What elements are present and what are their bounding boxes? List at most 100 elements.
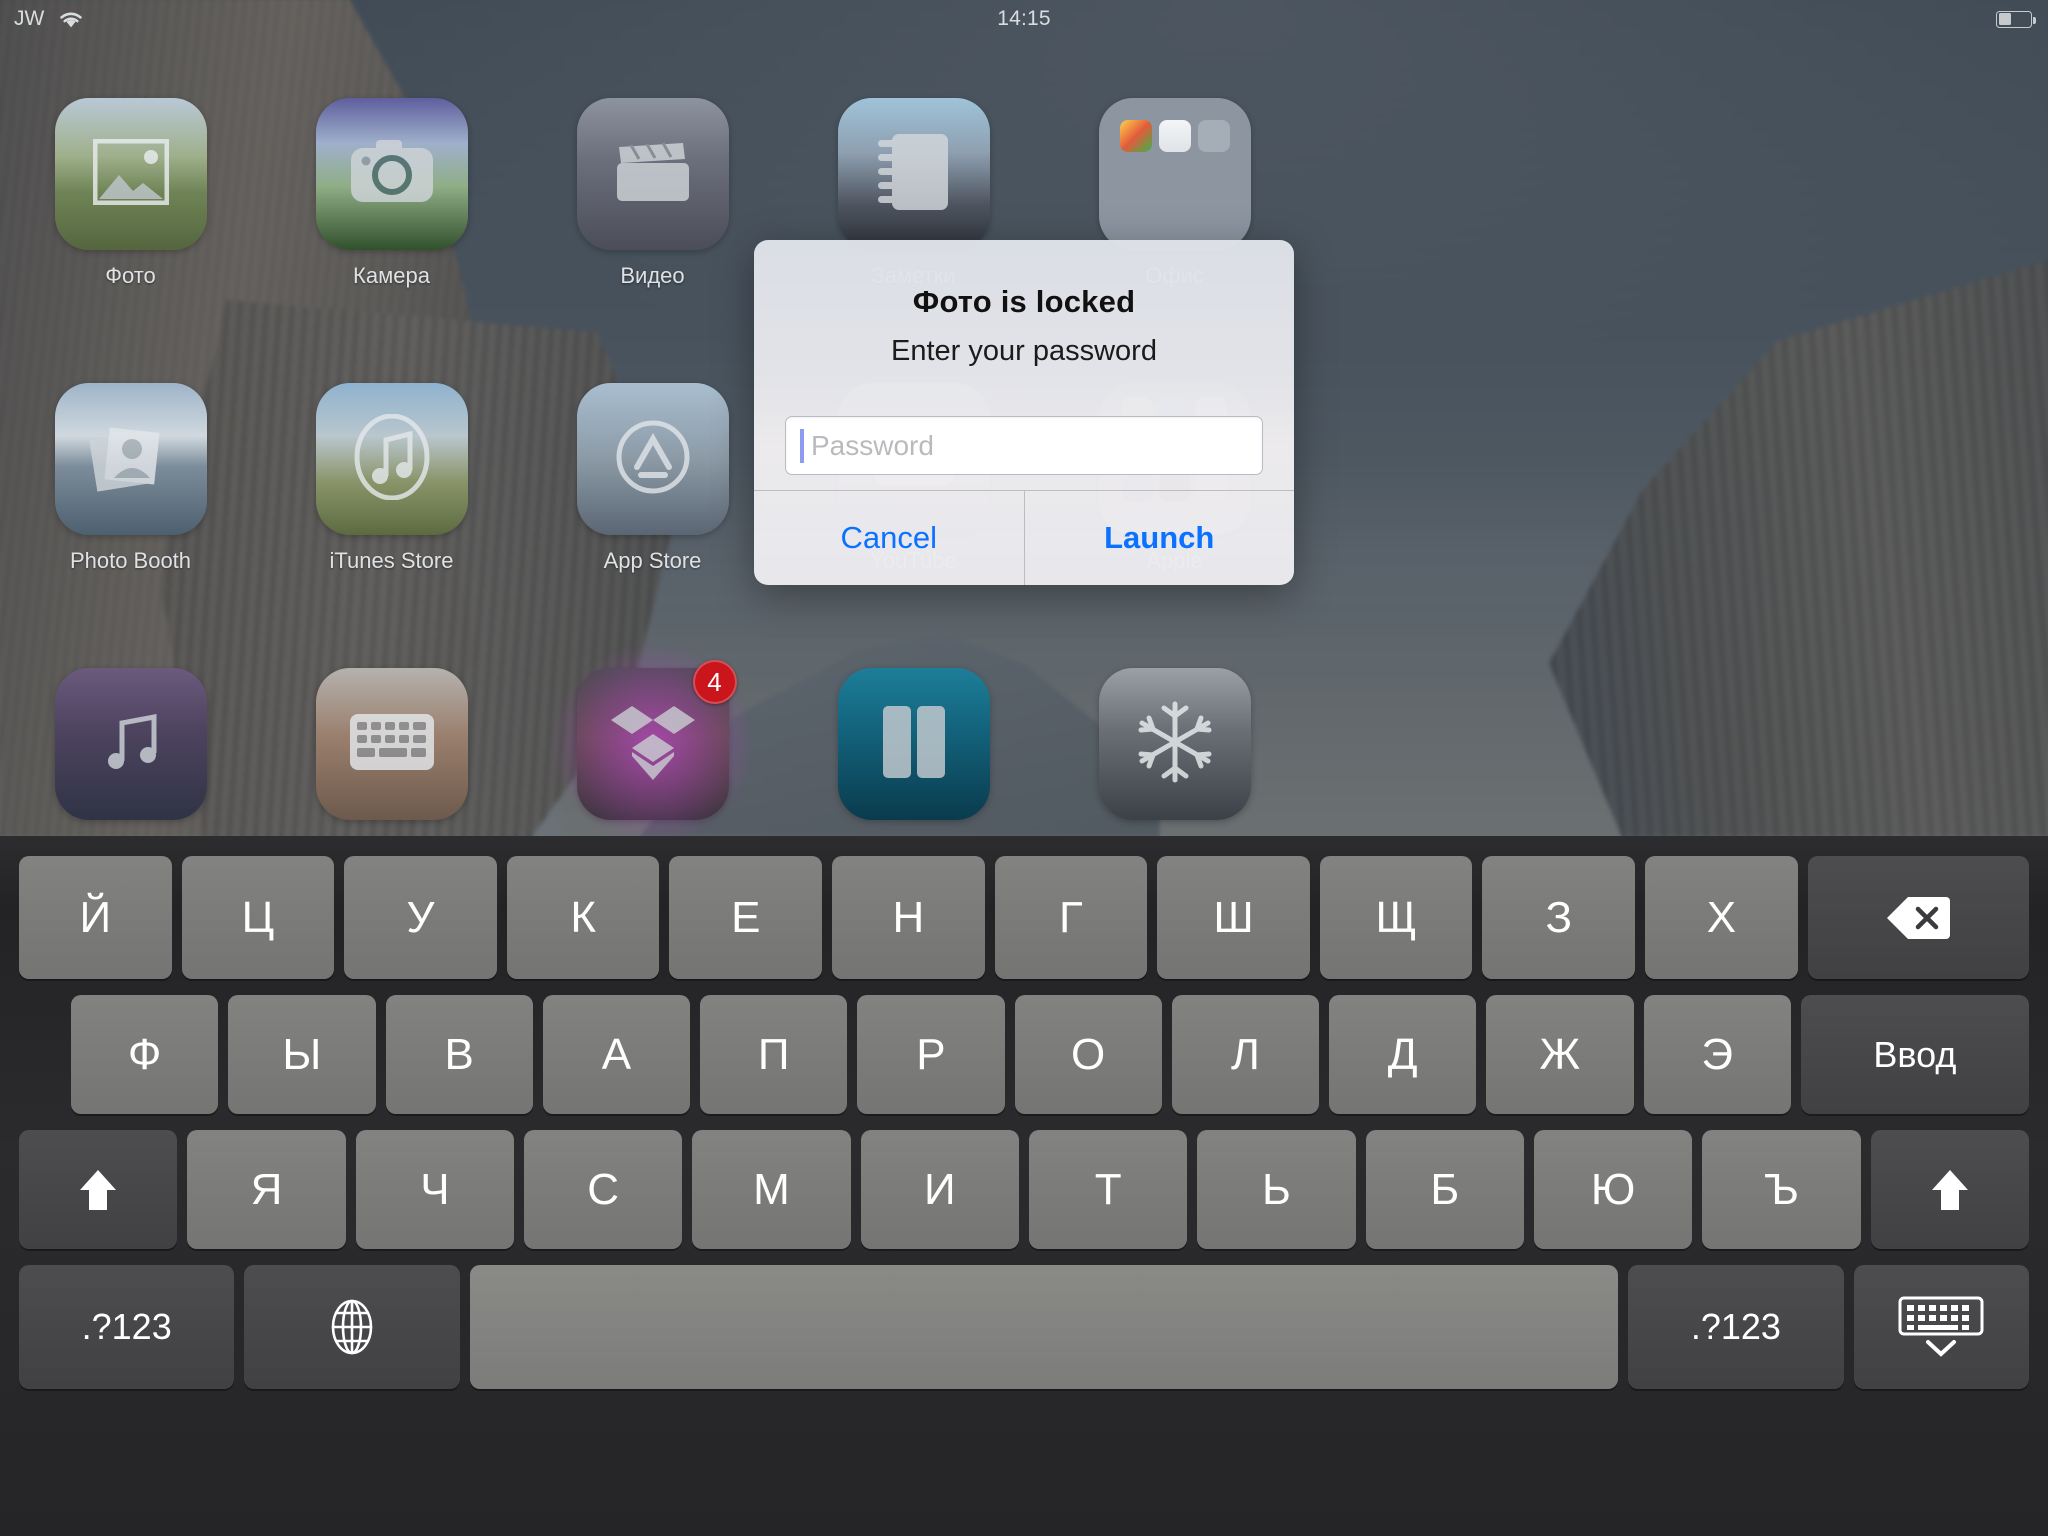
key-ю[interactable]: Ю bbox=[1533, 1130, 1693, 1249]
app-icon-itunes-store[interactable]: iTunes Store bbox=[261, 383, 522, 574]
shift-key-left[interactable] bbox=[19, 1130, 178, 1249]
app-icon-photo-booth[interactable]: Photo Booth bbox=[0, 383, 261, 574]
password-alert-dialog: Фото is locked Enter your password Passw… bbox=[754, 240, 1294, 585]
app-icon-camera[interactable]: Камера bbox=[261, 98, 522, 289]
mini-app-icon bbox=[1158, 120, 1191, 152]
ibooks-icon bbox=[881, 704, 947, 785]
photo-booth-tile bbox=[54, 383, 207, 535]
key-л[interactable]: Л bbox=[1171, 995, 1319, 1114]
keyboard-row-4: .?123 .?123 bbox=[6, 1249, 2042, 1389]
alert-title: Фото is locked bbox=[912, 284, 1136, 319]
key-б[interactable]: Б bbox=[1365, 1130, 1524, 1249]
key-д[interactable]: Д bbox=[1329, 995, 1477, 1114]
office-folder-tile bbox=[1098, 98, 1251, 250]
key-я[interactable]: Я bbox=[187, 1130, 346, 1249]
snowflake-icon bbox=[1133, 700, 1217, 789]
key-з[interactable]: З bbox=[1482, 856, 1636, 979]
key-и[interactable]: И bbox=[860, 1130, 1019, 1249]
key-ш[interactable]: Ш bbox=[1157, 856, 1310, 979]
app-label: Фото bbox=[105, 263, 156, 288]
ibooks-tile bbox=[837, 668, 990, 820]
key-ч[interactable]: Ч bbox=[355, 1130, 515, 1249]
notification-badge: 4 bbox=[692, 660, 737, 704]
keyboard-row-1: Й Ц У К Е Н Г Ш Щ З Х bbox=[6, 844, 2042, 979]
shift-icon bbox=[78, 1168, 118, 1212]
key-у[interactable]: У bbox=[344, 856, 497, 979]
keyboard-row-2: Ф Ы В А П Р О Л Д Ж Э Ввод bbox=[6, 979, 2042, 1114]
key-к[interactable]: К bbox=[506, 856, 660, 979]
photos-icon bbox=[92, 138, 169, 210]
password-placeholder: Password bbox=[811, 429, 934, 461]
alert-button-bar: Cancel Launch bbox=[754, 490, 1294, 585]
key-м[interactable]: М bbox=[692, 1130, 851, 1249]
photos-tile bbox=[54, 98, 207, 250]
key-р[interactable]: Р bbox=[857, 995, 1005, 1114]
shift-key-right[interactable] bbox=[1870, 1130, 2029, 1249]
backspace-key[interactable] bbox=[1807, 856, 2029, 979]
alert-message: Enter your password bbox=[891, 335, 1157, 367]
app-label: App Store bbox=[603, 548, 702, 573]
app-icon-app-store[interactable]: App Store bbox=[522, 383, 783, 574]
app-icon-dropbox[interactable]: 4 bbox=[522, 638, 783, 850]
app-row-3: 4 bbox=[0, 638, 2048, 850]
videos-tile bbox=[576, 98, 729, 250]
app-icon-snowflake[interactable] bbox=[1044, 668, 1305, 833]
key-ы[interactable]: Ы bbox=[228, 995, 376, 1114]
key-в[interactable]: В bbox=[385, 995, 533, 1114]
key-п[interactable]: П bbox=[700, 995, 848, 1114]
key-э[interactable]: Э bbox=[1643, 995, 1791, 1114]
key-о[interactable]: О bbox=[1014, 995, 1162, 1114]
battery-icon bbox=[1996, 10, 2036, 28]
photo-booth-icon bbox=[88, 420, 173, 499]
key-ъ[interactable]: Ъ bbox=[1702, 1130, 1861, 1249]
folder-preview-icons bbox=[1099, 120, 1251, 152]
camera-tile bbox=[315, 98, 468, 250]
keyboard-app-tile bbox=[315, 668, 468, 820]
key-т[interactable]: Т bbox=[1029, 1130, 1188, 1249]
globe-icon bbox=[331, 1299, 373, 1355]
key-ц[interactable]: Ц bbox=[181, 856, 335, 979]
app-icon-music[interactable] bbox=[0, 668, 261, 833]
shift-icon bbox=[1930, 1168, 1970, 1212]
space-key[interactable] bbox=[469, 1265, 1619, 1389]
hide-keyboard-key[interactable] bbox=[1853, 1265, 2029, 1389]
backspace-icon bbox=[1886, 895, 1951, 941]
music-tile bbox=[54, 668, 207, 820]
key-а[interactable]: А bbox=[542, 995, 690, 1114]
key-н[interactable]: Н bbox=[832, 856, 985, 979]
notes-tile bbox=[837, 98, 990, 250]
numeric-key-right[interactable]: .?123 bbox=[1628, 1265, 1844, 1389]
key-с[interactable]: С bbox=[524, 1130, 683, 1249]
launch-button[interactable]: Launch bbox=[1023, 491, 1295, 585]
app-label: Photo Booth bbox=[69, 548, 192, 573]
app-label: iTunes Store bbox=[329, 548, 454, 573]
numeric-key-left[interactable]: .?123 bbox=[19, 1265, 235, 1389]
hide-keyboard-icon bbox=[1898, 1296, 1984, 1358]
key-й[interactable]: Й bbox=[19, 856, 172, 979]
key-ь[interactable]: Ь bbox=[1197, 1130, 1356, 1249]
key-е[interactable]: Е bbox=[669, 856, 823, 979]
music-icon bbox=[96, 709, 166, 780]
itunes-store-tile bbox=[315, 383, 468, 535]
videos-icon bbox=[613, 141, 693, 208]
app-icon-keyboard-app[interactable] bbox=[261, 668, 522, 833]
app-icon-ibooks[interactable] bbox=[783, 668, 1044, 833]
app-store-icon bbox=[615, 419, 691, 500]
key-г[interactable]: Г bbox=[994, 856, 1148, 979]
key-ф[interactable]: Ф bbox=[71, 995, 219, 1114]
key-щ[interactable]: Щ bbox=[1319, 856, 1473, 979]
return-key[interactable]: Ввод bbox=[1800, 995, 2029, 1114]
globe-key[interactable] bbox=[244, 1265, 460, 1389]
app-icon-photos[interactable]: Фото bbox=[0, 98, 261, 289]
app-label: Камера bbox=[353, 263, 430, 288]
itunes-store-icon bbox=[354, 413, 430, 505]
app-label: Видео bbox=[620, 263, 685, 288]
camera-icon bbox=[350, 139, 434, 210]
app-icon-videos[interactable]: Видео bbox=[522, 98, 783, 289]
app-store-tile bbox=[576, 383, 729, 535]
key-х[interactable]: Х bbox=[1645, 856, 1798, 979]
mini-app-icon bbox=[1197, 120, 1230, 152]
key-ж[interactable]: Ж bbox=[1486, 995, 1634, 1114]
cancel-button[interactable]: Cancel bbox=[754, 491, 1024, 585]
password-input[interactable]: Password bbox=[785, 416, 1263, 475]
